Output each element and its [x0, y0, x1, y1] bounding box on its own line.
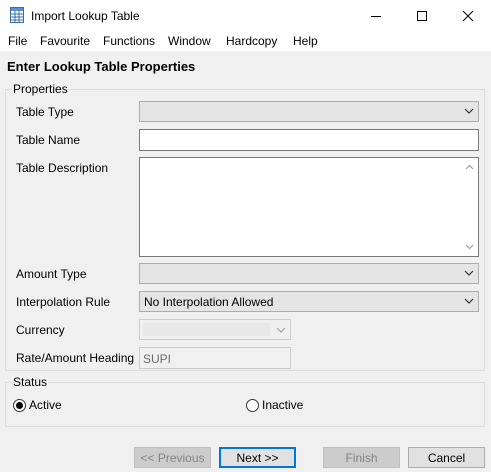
- active-radio[interactable]: Active: [13, 398, 62, 412]
- inactive-radio[interactable]: Inactive: [246, 398, 303, 412]
- currency-label: Currency: [16, 323, 65, 337]
- interpolation-rule-label: Interpolation Rule: [16, 295, 111, 309]
- scroll-down-icon[interactable]: [465, 244, 474, 250]
- table-type-label: Table Type: [16, 105, 74, 119]
- chevron-down-icon: [276, 327, 286, 333]
- close-icon: [463, 10, 473, 21]
- page-title: Enter Lookup Table Properties: [7, 59, 196, 74]
- menu-functions[interactable]: Functions: [103, 34, 155, 48]
- table-name-input[interactable]: [139, 129, 479, 151]
- table-description-label: Table Description: [16, 161, 109, 175]
- table-description-textarea[interactable]: [139, 157, 479, 257]
- maximize-button[interactable]: [399, 0, 445, 31]
- close-button[interactable]: [445, 0, 491, 31]
- status-group: [5, 382, 485, 427]
- rate-amount-heading-value: SUPI: [143, 352, 172, 366]
- menu-hardcopy[interactable]: Hardcopy: [226, 34, 277, 48]
- minimize-button[interactable]: [353, 0, 399, 31]
- interpolation-rule-value: No Interpolation Allowed: [144, 295, 274, 309]
- menu-favourite[interactable]: Favourite: [40, 34, 90, 48]
- finish-button[interactable]: Finish: [323, 447, 400, 468]
- radio-selected-icon: [13, 398, 26, 412]
- radio-unselected-icon: [246, 398, 259, 412]
- previous-button[interactable]: << Previous: [134, 447, 211, 468]
- minimize-icon: [371, 15, 381, 17]
- inactive-radio-label: Inactive: [262, 398, 304, 412]
- menu-help[interactable]: Help: [293, 34, 318, 48]
- amount-type-label: Amount Type: [16, 267, 87, 281]
- description-scrollbar[interactable]: [461, 158, 478, 256]
- menu-window[interactable]: Window: [168, 34, 211, 48]
- menu-bar: File Favourite Functions Window Hardcopy…: [0, 31, 491, 51]
- chevron-down-icon: [464, 270, 474, 276]
- cancel-button[interactable]: Cancel: [408, 447, 485, 468]
- title-bar: Import Lookup Table: [0, 0, 491, 31]
- interpolation-rule-dropdown[interactable]: No Interpolation Allowed: [139, 291, 479, 312]
- properties-group-label: Properties: [12, 82, 69, 96]
- active-radio-label: Active: [29, 398, 62, 412]
- rate-amount-heading-label: Rate/Amount Heading: [16, 351, 135, 365]
- amount-type-dropdown[interactable]: [139, 263, 479, 284]
- chevron-down-icon: [464, 108, 474, 114]
- window-title: Import Lookup Table: [31, 9, 140, 23]
- currency-dropdown[interactable]: [139, 319, 291, 340]
- scroll-up-icon[interactable]: [465, 164, 474, 170]
- next-button[interactable]: Next >>: [219, 447, 296, 468]
- chevron-down-icon: [464, 298, 474, 304]
- status-group-label: Status: [12, 375, 49, 389]
- menu-file[interactable]: File: [8, 34, 27, 48]
- table-type-dropdown[interactable]: [139, 101, 479, 122]
- currency-value: [143, 323, 270, 336]
- table-icon: [10, 7, 24, 23]
- table-name-label: Table Name: [16, 133, 81, 147]
- maximize-icon: [417, 10, 427, 21]
- rate-amount-heading-input[interactable]: SUPI: [139, 347, 291, 369]
